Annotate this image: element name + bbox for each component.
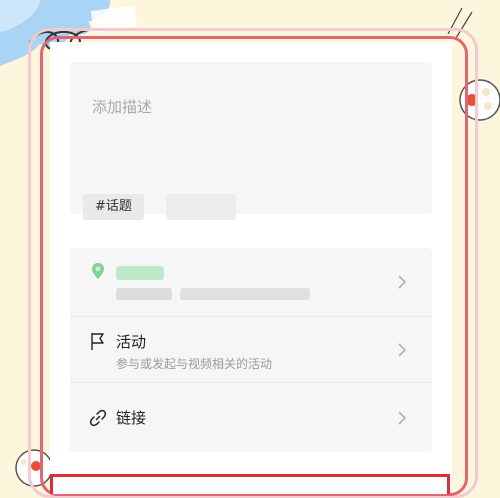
topic-tag-button[interactable]: #话题 — [83, 194, 144, 220]
activity-row[interactable]: 活动 参与或发起与视频相关的活动 — [70, 316, 432, 383]
chevron-right-icon — [398, 275, 407, 289]
link-icon — [89, 409, 107, 427]
chevron-right-icon — [398, 343, 407, 357]
activity-subtitle: 参与或发起与视频相关的活动 — [116, 357, 273, 371]
location-row[interactable] — [70, 248, 432, 316]
description-input[interactable]: 添加描述 — [92, 96, 152, 117]
location-pin-icon — [92, 263, 104, 279]
location-title-blurred — [116, 266, 164, 280]
link-row[interactable]: 链接 — [70, 382, 432, 453]
activity-title: 活动 — [116, 333, 147, 351]
link-title: 链接 — [116, 409, 147, 427]
flag-icon — [91, 333, 104, 350]
highlighted-bottom-area — [50, 474, 450, 494]
post-editor-screen: 添加描述 #话题 活动 参与或发起与视频相关的活动 链接 — [50, 42, 452, 492]
location-detail-blurred — [116, 288, 172, 300]
options-card: 活动 参与或发起与视频相关的活动 链接 — [70, 248, 432, 452]
chevron-right-icon — [398, 411, 407, 425]
blurred-tag-chip[interactable] — [166, 194, 236, 220]
description-card: 添加描述 #话题 — [70, 62, 432, 220]
location-detail-blurred-2 — [180, 288, 310, 300]
